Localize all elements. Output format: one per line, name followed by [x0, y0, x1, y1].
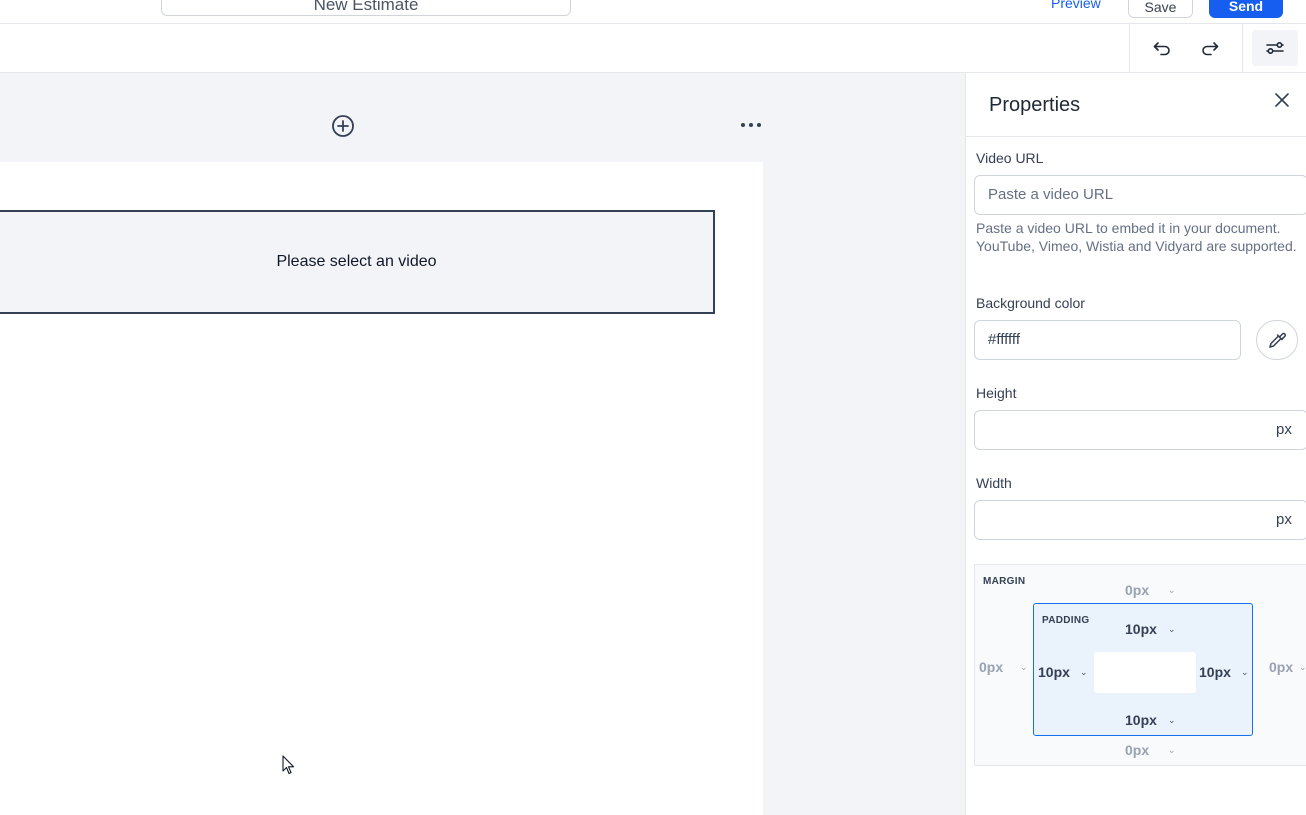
margin-bottom-value: 0px: [1125, 742, 1150, 758]
margin-right-value: 0px: [1269, 659, 1294, 675]
margin-top-value: 0px: [1125, 582, 1150, 598]
chevron-down-icon: ⌄: [1080, 667, 1088, 677]
preview-link[interactable]: Preview: [1051, 0, 1101, 11]
content-box: [1094, 652, 1196, 693]
height-input[interactable]: [974, 410, 1306, 450]
editor-toolbar: [0, 24, 1306, 73]
document-title-field[interactable]: New Estimate: [161, 0, 571, 16]
properties-panel-header: Properties: [966, 73, 1306, 137]
background-color-label: Background color: [976, 295, 1085, 311]
video-block-placeholder[interactable]: Please select an video: [0, 210, 715, 314]
chevron-down-icon: ⌄: [1168, 585, 1176, 595]
margin-left-value: 0px: [979, 659, 1004, 675]
padding-box: PADDING 10px ⌄ 10px ⌄ 10px ⌄ 10px ⌄: [1033, 603, 1253, 736]
height-label: Height: [976, 385, 1017, 401]
background-color-input[interactable]: #ffffff: [974, 320, 1241, 360]
padding-bottom-value: 10px: [1125, 712, 1157, 728]
padding-top-value: 10px: [1125, 621, 1157, 637]
padding-right-value: 10px: [1199, 664, 1231, 680]
properties-panel: Properties Video URL Paste a video URL P…: [965, 73, 1306, 815]
video-url-placeholder: Paste a video URL: [988, 186, 1114, 203]
toolbar-divider: [1129, 24, 1130, 72]
more-horizontal-icon[interactable]: [739, 117, 763, 133]
chevron-down-icon: ⌄: [1299, 662, 1306, 672]
document-page: Please select an video: [0, 162, 763, 815]
editor-canvas: Please select an video: [0, 73, 965, 815]
eyedropper-icon: [1269, 332, 1286, 348]
video-placeholder-text: Please select an video: [276, 253, 437, 270]
close-icon[interactable]: [1272, 90, 1292, 110]
top-header: New Estimate Preview Save Send: [0, 0, 1306, 24]
chevron-down-icon: ⌄: [1168, 624, 1176, 634]
send-button[interactable]: Send: [1209, 0, 1283, 18]
background-color-value: #ffffff: [988, 331, 1020, 348]
video-url-help-text: Paste a video URL to embed it in your do…: [976, 220, 1297, 254]
spacing-editor: MARGIN 0px ⌄ 0px ⌄ 0px ⌄ 0px ⌄ PADDING 1…: [974, 564, 1306, 766]
video-url-label: Video URL: [976, 150, 1044, 166]
document-title: New Estimate: [313, 0, 419, 14]
width-label: Width: [976, 475, 1012, 491]
properties-title: Properties: [989, 94, 1081, 116]
chevron-down-icon: ⌄: [1168, 715, 1176, 725]
width-input[interactable]: [974, 500, 1306, 540]
undo-icon: [1153, 42, 1170, 56]
margin-label: MARGIN: [983, 576, 1026, 587]
plus-circle-icon[interactable]: [331, 114, 355, 138]
color-picker-button[interactable]: [1256, 320, 1298, 360]
video-url-input[interactable]: Paste a video URL: [974, 175, 1306, 215]
chevron-down-icon: ⌄: [1241, 667, 1249, 677]
sliders-icon: [1266, 41, 1284, 55]
properties-toggle-button[interactable]: [1252, 30, 1298, 66]
redo-button[interactable]: [1194, 34, 1226, 62]
save-button[interactable]: Save: [1128, 0, 1193, 18]
undo-button[interactable]: [1146, 34, 1178, 62]
width-unit: px: [1276, 511, 1292, 528]
chevron-down-icon: ⌄: [1168, 745, 1176, 755]
padding-left-value: 10px: [1038, 664, 1070, 680]
mouse-cursor-icon: [282, 755, 296, 775]
height-unit: px: [1276, 421, 1292, 438]
toolbar-divider: [1242, 24, 1243, 72]
redo-icon: [1202, 42, 1219, 56]
kebab-vertical-icon[interactable]: [1003, 0, 1017, 6]
chevron-down-icon: ⌄: [1020, 662, 1028, 672]
padding-label: PADDING: [1042, 615, 1090, 626]
